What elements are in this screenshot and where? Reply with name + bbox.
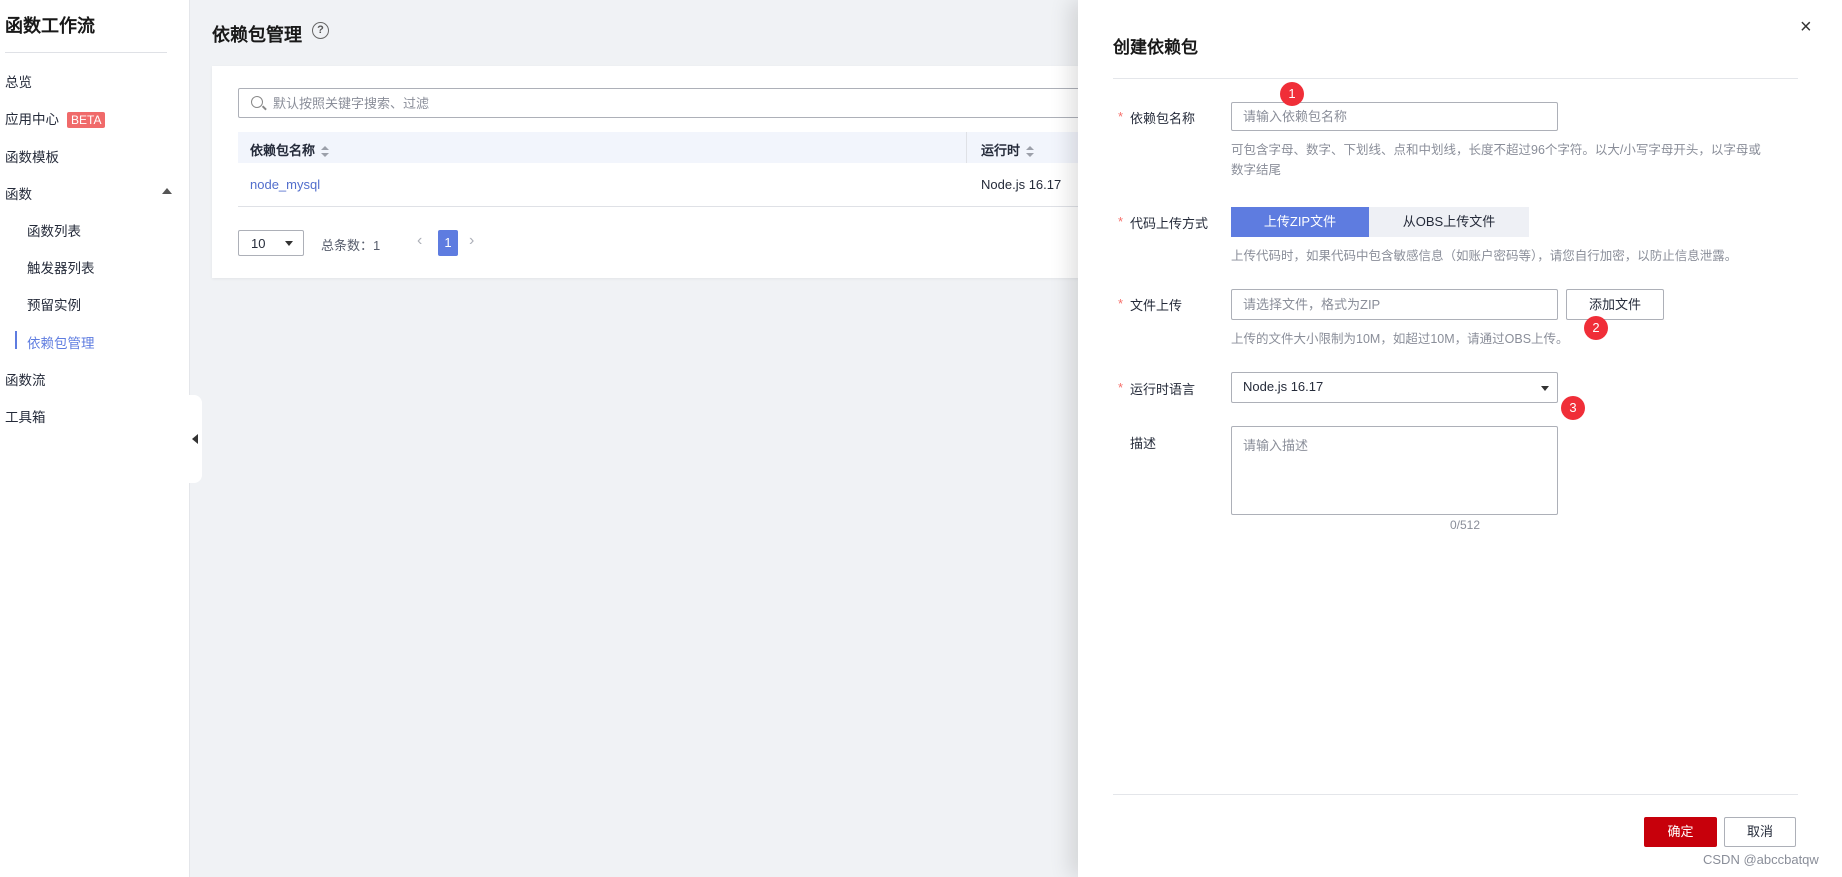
sidebar-title: 函数工作流 xyxy=(5,16,95,36)
table-card: 依赖包名称 运行时 node_mysql Node.js 16.17 10 总条… xyxy=(212,66,1138,278)
chevron-left-icon xyxy=(192,434,198,444)
sidebar-item-function-list[interactable]: 函数列表 xyxy=(27,220,81,240)
chevron-down-icon xyxy=(285,241,293,246)
description-label: 描述 xyxy=(1130,436,1157,451)
sidebar-item-trigger-list[interactable]: 触发器列表 xyxy=(27,257,95,277)
sidebar-item-reserved-instances[interactable]: 预留实例 xyxy=(27,294,81,314)
sort-icon[interactable] xyxy=(321,145,330,158)
required-mark: * xyxy=(1118,109,1124,124)
page-size-select[interactable]: 10 xyxy=(238,230,304,256)
dependency-name-input[interactable] xyxy=(1232,103,1557,130)
sidebar-item-app-center[interactable]: 应用中心 BETA xyxy=(5,108,106,128)
active-indicator xyxy=(15,331,17,349)
sidebar-item-function-flow[interactable]: 函数流 xyxy=(5,369,46,389)
sidebar-item-templates[interactable]: 函数模板 xyxy=(5,146,59,166)
file-upload-label: * 文件上传 xyxy=(1118,296,1183,313)
description-counter: 0/512 xyxy=(1450,518,1481,532)
required-mark: * xyxy=(1118,296,1124,311)
search-box[interactable] xyxy=(238,88,1138,118)
sidebar-item-functions[interactable]: 函数 xyxy=(5,183,32,203)
annotation-marker-1: 1 xyxy=(1280,82,1304,106)
chevron-up-icon[interactable] xyxy=(162,188,172,194)
create-dependency-panel: 创建依赖包 × *依赖包名称 可包含字母、数字、下划线、点和中划线，长度不超过9… xyxy=(1078,0,1842,877)
search-icon xyxy=(251,96,263,108)
close-icon[interactable]: × xyxy=(1800,17,1812,37)
sidebar-item-label: 应用中心 xyxy=(5,112,59,127)
file-hint: 上传的文件大小限制为10M，如超过10M，请通过OBS上传。 xyxy=(1231,332,1569,346)
help-icon[interactable]: ? xyxy=(312,22,329,39)
page-button-current[interactable]: 1 xyxy=(438,230,458,256)
next-page-icon[interactable]: › xyxy=(469,232,474,250)
chevron-down-icon xyxy=(1541,386,1549,391)
table-row: node_mysql Node.js 16.17 xyxy=(238,163,1138,207)
upload-method-label: * 代码上传方式 xyxy=(1118,214,1209,231)
annotation-marker-3: 3 xyxy=(1561,396,1585,420)
name-hint: 可包含字母、数字、下划线、点和中划线，长度不超过96个字符。以大/小写字母开头，… xyxy=(1231,143,1761,177)
table-header: 依赖包名称 运行时 xyxy=(238,132,1138,163)
beta-badge: BETA xyxy=(67,112,106,128)
runtime-label: * 运行时语言 xyxy=(1118,380,1196,397)
column-header-runtime[interactable]: 运行时 xyxy=(981,140,1035,159)
upload-obs-button[interactable]: 从OBS上传文件 xyxy=(1369,207,1529,237)
sort-icon[interactable] xyxy=(1026,145,1035,158)
add-file-button[interactable]: 添加文件 xyxy=(1566,289,1664,320)
confirm-button[interactable]: 确定 xyxy=(1644,817,1717,847)
description-textarea[interactable] xyxy=(1232,427,1557,514)
cancel-button[interactable]: 取消 xyxy=(1724,817,1796,847)
runtime-cell: Node.js 16.17 xyxy=(981,177,1062,192)
sidebar-item-overview[interactable]: 总览 xyxy=(5,71,32,91)
upload-hint: 上传代码时，如果代码中包含敏感信息（如账户密码等），请您自行加密，以防止信息泄露… xyxy=(1231,249,1738,263)
upload-zip-button[interactable]: 上传ZIP文件 xyxy=(1231,207,1369,237)
column-divider xyxy=(966,132,967,163)
sidebar-collapse-button[interactable] xyxy=(188,395,202,483)
search-input[interactable] xyxy=(273,94,973,112)
file-field[interactable] xyxy=(1231,289,1558,320)
runtime-select[interactable]: Node.js 16.17 xyxy=(1231,372,1558,403)
sidebar-item-dependency-mgmt[interactable]: 依赖包管理 xyxy=(27,332,95,352)
upload-method-toggle: 上传ZIP文件 从OBS上传文件 xyxy=(1231,207,1531,237)
panel-title: 创建依赖包 xyxy=(1113,38,1198,57)
column-header-name[interactable]: 依赖包名称 xyxy=(250,140,330,159)
total-count: 总条数：1 xyxy=(321,238,381,253)
panel-divider-bottom xyxy=(1113,794,1798,795)
prev-page-icon[interactable]: ‹ xyxy=(417,232,422,250)
required-mark: * xyxy=(1118,214,1124,229)
annotation-marker-2: 2 xyxy=(1584,316,1608,340)
page-title: 依赖包管理 xyxy=(212,25,302,45)
required-mark: * xyxy=(1118,380,1124,395)
name-label: * 依赖包名称 xyxy=(1118,109,1196,126)
sidebar: 函数工作流 总览 应用中心 BETA 函数模板 函数 函数列表 触发器列表 预留实… xyxy=(0,0,190,877)
watermark: CSDN @abccbatqw xyxy=(1703,852,1819,867)
sidebar-divider xyxy=(5,52,167,53)
dependency-name-link[interactable]: node_mysql xyxy=(250,177,320,192)
dependency-name-field[interactable] xyxy=(1231,102,1558,131)
file-input[interactable] xyxy=(1232,290,1557,319)
description-field[interactable] xyxy=(1231,426,1558,515)
panel-divider-top xyxy=(1113,78,1798,79)
sidebar-item-toolbox[interactable]: 工具箱 xyxy=(5,406,46,426)
